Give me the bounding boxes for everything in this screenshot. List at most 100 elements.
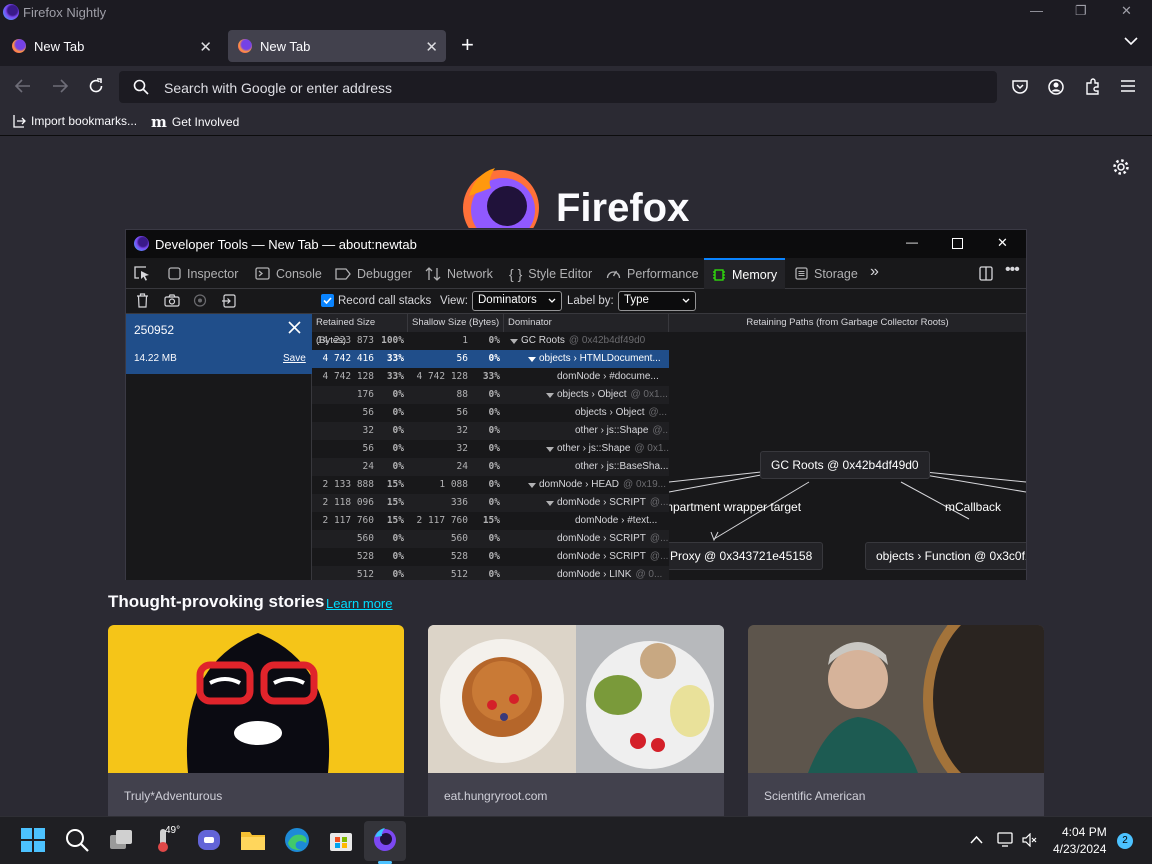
list-all-tabs-button[interactable]	[1124, 36, 1138, 46]
take-snapshot-camera-icon[interactable]	[164, 294, 180, 307]
tree-row[interactable]: 2 133 888 15% 1 088 0% domNode › HEAD @ 0x19.…	[312, 476, 669, 494]
tree-row[interactable]: 14 223 873 100% 1 0% GC Roots @ 0x42b4df49d0	[312, 332, 669, 350]
clear-snapshots-trash-icon[interactable]	[136, 293, 149, 308]
notification-badge[interactable]: 2	[1117, 833, 1133, 849]
more-options-icon[interactable]: •••	[1005, 261, 1020, 279]
clock-time[interactable]: 4:04 PM	[1062, 825, 1107, 839]
devtools-close-button[interactable]: ✕	[997, 235, 1008, 251]
expand-triangle-icon[interactable]	[528, 476, 538, 494]
expand-triangle-icon[interactable]	[546, 494, 556, 512]
tab-new-tab-1[interactable]: New Tab ✕	[2, 30, 220, 62]
pick-element-icon[interactable]	[134, 266, 150, 281]
file-explorer-icon[interactable]	[240, 827, 266, 853]
expand-triangle-icon[interactable]	[510, 332, 520, 350]
function-node[interactable]: objects › Function @ 0x3c0f1	[865, 542, 1026, 570]
chevron-up-icon[interactable]	[970, 835, 983, 844]
shallow-size-cell: 88	[456, 389, 468, 400]
console-icon	[255, 267, 270, 280]
settings-gear-icon[interactable]	[1112, 158, 1130, 176]
teams-chat-icon[interactable]	[196, 827, 222, 853]
expand-triangle-icon[interactable]	[528, 350, 538, 368]
windows-start-icon[interactable]	[20, 827, 46, 853]
tab-console[interactable]: Console	[255, 258, 322, 289]
expand-triangle-icon[interactable]	[546, 440, 556, 458]
tab-style-editor[interactable]: { } Style Editor	[509, 258, 592, 289]
tab-new-tab-2[interactable]: New Tab ✕	[228, 30, 446, 62]
menu-icon[interactable]	[1121, 80, 1135, 92]
search-icon[interactable]	[64, 827, 90, 853]
story-card[interactable]: eat.hungryroot.com	[428, 625, 724, 825]
view-select[interactable]: Dominators	[472, 291, 562, 311]
bookmark-get-involved[interactable]: m Get Involved	[151, 113, 239, 131]
save-snapshot-link[interactable]: Save	[283, 353, 306, 364]
snapshot-item[interactable]: 250952 14.22 MB Save	[126, 314, 312, 374]
network-monitor-icon[interactable]	[997, 832, 1014, 848]
record-call-stacks-checkbox[interactable]	[321, 294, 334, 307]
import-snapshot-icon[interactable]	[221, 294, 236, 308]
close-tab-icon[interactable]: ✕	[425, 38, 438, 56]
tree-row[interactable]: 176 0% 88 0% objects › Object @ 0x1...	[312, 386, 669, 404]
forward-button[interactable]	[51, 78, 69, 94]
restore-button[interactable]: ❐	[1075, 3, 1087, 19]
learn-more-link[interactable]: Learn more	[326, 596, 392, 611]
shallow-percent-cell: 0%	[488, 443, 500, 454]
column-retained-size[interactable]: Retained Size (Bytes)	[312, 314, 408, 346]
proxy-node[interactable]: Proxy @ 0x343721e45158	[669, 542, 824, 570]
dominator-label-text: objects › Object	[557, 389, 627, 400]
tree-row[interactable]: 528 0% 528 0% domNode › SCRIPT @...	[312, 548, 669, 566]
account-icon[interactable]	[1048, 79, 1064, 95]
close-tab-icon[interactable]: ✕	[199, 38, 212, 56]
tree-row[interactable]: 56 0% 56 0% objects › Object @...	[312, 404, 669, 422]
devtools-title: Developer Tools — New Tab — about:newtab	[155, 237, 417, 252]
label-by-select[interactable]: Type	[618, 291, 696, 311]
close-window-button[interactable]: ✕	[1121, 3, 1132, 19]
expand-triangle-icon[interactable]	[546, 386, 556, 404]
delete-snapshot-close-icon[interactable]	[288, 321, 301, 334]
new-tab-button[interactable]: +	[461, 32, 474, 58]
tree-row[interactable]: 512 0% 512 0% domNode › LINK @ 0...	[312, 566, 669, 580]
edge-browser-icon[interactable]	[284, 827, 310, 853]
firefox-nightly-taskbar-icon[interactable]	[372, 827, 398, 853]
column-dominator[interactable]: Dominator	[504, 314, 669, 332]
volume-muted-icon[interactable]	[1022, 833, 1038, 847]
tab-inspector[interactable]: Inspector	[168, 258, 238, 289]
task-view-icon[interactable]	[108, 827, 134, 853]
devtools-restore-button[interactable]	[952, 238, 963, 249]
clock-date[interactable]: 4/23/2024	[1053, 842, 1106, 856]
column-shallow-size[interactable]: Shallow Size (Bytes)	[408, 314, 504, 332]
microsoft-store-icon[interactable]	[328, 827, 354, 853]
label-by-select-value: Type	[624, 294, 649, 306]
reload-button[interactable]	[88, 78, 104, 94]
dominator-label-text: other › js::Shape	[557, 443, 631, 454]
tree-row[interactable]: 4 742 128 33% 4 742 128 33% domNode › #docum…	[312, 368, 669, 386]
tree-row[interactable]: 32 0% 32 0% other › js::Shape@...	[312, 422, 669, 440]
extensions-icon[interactable]	[1084, 78, 1101, 95]
tree-row[interactable]: 24 0% 24 0% other › js::BaseSha...	[312, 458, 669, 476]
tree-row[interactable]: 56 0% 32 0% other › js::Shape @ 0x1...	[312, 440, 669, 458]
dominator-label: objects › Object @ 0x1...	[557, 386, 669, 404]
gc-roots-node[interactable]: GC Roots @ 0x42b4df49d0	[760, 451, 930, 479]
pocket-icon[interactable]	[1012, 79, 1028, 94]
memory-icon	[712, 268, 726, 282]
tab-network[interactable]: Network	[425, 258, 493, 289]
tree-row[interactable]: 4 742 416 33% 56 0% objects › HTMLDocument..…	[312, 350, 669, 368]
record-allocations-icon[interactable]	[192, 294, 208, 307]
shallow-size-cell: 24	[456, 461, 468, 472]
more-tools-chevrons-icon[interactable]: »	[870, 263, 879, 281]
minimize-button[interactable]: —	[1030, 3, 1043, 18]
tab-debugger[interactable]: Debugger	[335, 258, 412, 289]
tab-storage[interactable]: Storage	[795, 258, 858, 289]
tree-row[interactable]: 2 117 760 15% 2 117 760 15% domNode › #text.…	[312, 512, 669, 530]
tree-row[interactable]: 560 0% 560 0% domNode › SCRIPT @...	[312, 530, 669, 548]
bookmark-import[interactable]: Import bookmarks...	[12, 114, 137, 128]
tab-memory[interactable]: Memory	[704, 258, 786, 289]
story-card[interactable]: Scientific American	[748, 625, 1044, 825]
story-card[interactable]: Truly*Adventurous	[108, 625, 404, 825]
tree-row[interactable]: 2 118 096 15% 336 0% domNode › SCRIPT @...	[312, 494, 669, 512]
address-bar[interactable]: Search with Google or enter address	[119, 71, 997, 103]
address-placeholder: Search with Google or enter address	[164, 80, 393, 96]
devtools-minimize-button[interactable]: —	[906, 235, 918, 249]
back-button[interactable]	[14, 78, 32, 94]
dock-options-icon[interactable]	[979, 266, 993, 281]
tab-performance[interactable]: Performance	[606, 258, 699, 289]
